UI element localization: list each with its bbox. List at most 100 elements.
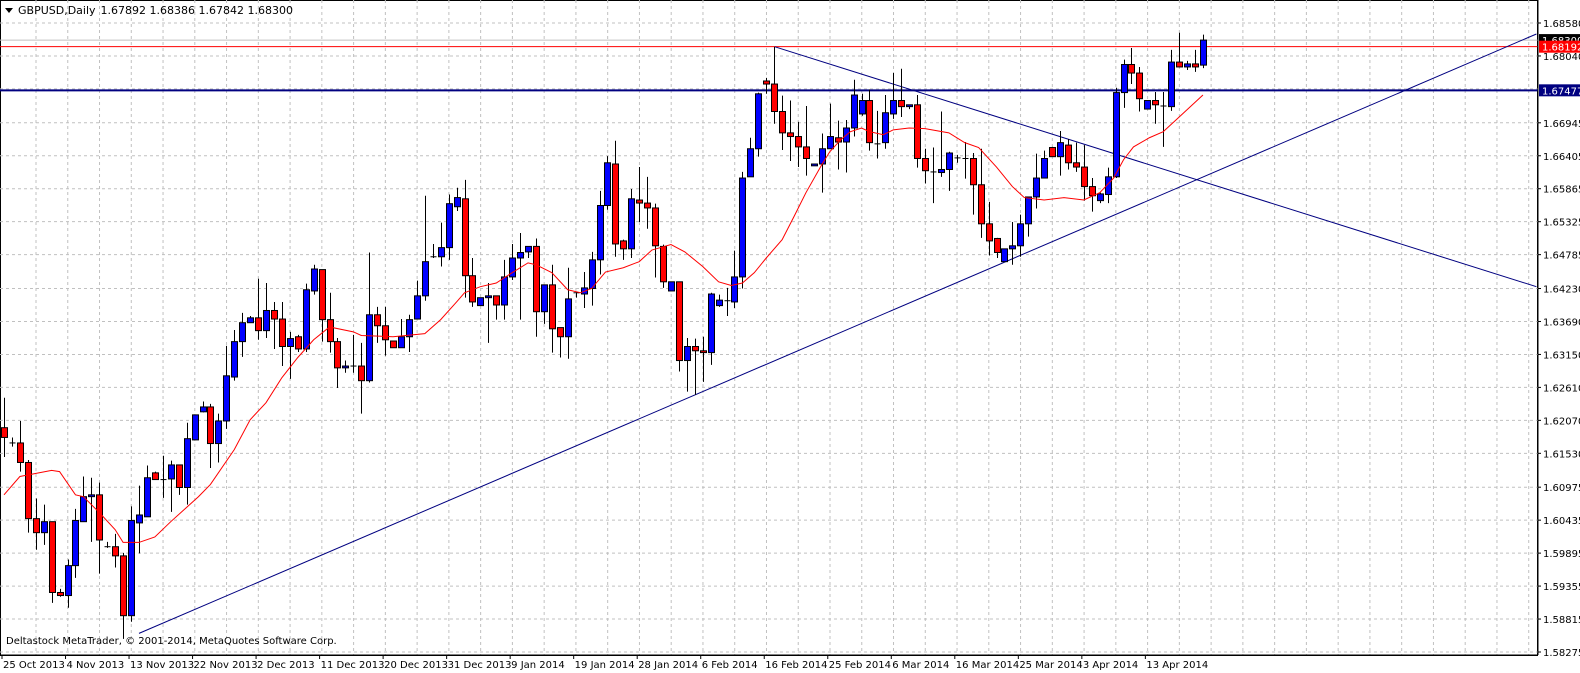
price-tick-label: 1.64230 [1543, 285, 1580, 296]
candle-body [668, 281, 675, 292]
price-tick-label: 1.66405 [1543, 152, 1580, 163]
candle-body [327, 319, 334, 343]
candle-body [1057, 142, 1064, 158]
time-tick-label: 3 Apr 2014 [1083, 660, 1138, 671]
bear-candle [660, 244, 667, 288]
candle-body [716, 299, 723, 307]
candle-body [533, 245, 540, 313]
candle-body [128, 519, 135, 617]
symbol-label: GBPUSD,Daily [18, 4, 96, 17]
price-tags: 1.683001.681921.67477 [1539, 34, 1580, 97]
bull-candle [604, 156, 611, 210]
candle-body [866, 100, 873, 144]
candle-body [239, 322, 246, 343]
candle-body [279, 318, 286, 348]
candle-body [1128, 64, 1135, 74]
candle-body [112, 546, 119, 557]
candle-body [1065, 144, 1072, 164]
candle-body [739, 177, 746, 278]
candle-body [549, 284, 556, 330]
candle-body [319, 269, 326, 321]
time-tick-label: 11 Dec 2013 [321, 660, 385, 671]
candle-body [914, 104, 921, 160]
candle-body [200, 406, 207, 413]
candle-body [970, 158, 977, 186]
bear-candle [295, 334, 302, 352]
price-axis[interactable]: 1.685801.680401.669451.664051.658651.653… [1537, 0, 1580, 659]
candle-body [700, 350, 707, 354]
candle-body [72, 519, 79, 567]
candle-body [295, 336, 302, 350]
candle-body [811, 163, 818, 167]
bear-candle [1049, 146, 1056, 158]
candle-body [557, 327, 564, 338]
candle-body [493, 295, 500, 306]
candle-body [136, 514, 143, 524]
plot-area [0, 0, 1538, 656]
candle-body [1144, 100, 1151, 110]
candle-body [597, 205, 604, 261]
price-chart[interactable]: 1.685801.680401.669451.664051.658651.653… [0, 0, 1580, 673]
candle-body [763, 80, 770, 85]
time-axis[interactable]: 25 Oct 2013 4 Nov 2013 13 Nov 2013 22 Nov 2… [0, 654, 1538, 671]
candle-body [1049, 147, 1056, 158]
chart-title: GBPUSD,Daily 1.67892 1.68386 1.67842 1.6… [5, 4, 293, 17]
candle-body [1152, 100, 1159, 106]
time-tick-label: 25 Mar 2014 [1019, 660, 1082, 671]
candle-body [41, 521, 48, 534]
bull-candle [628, 189, 635, 258]
bull-candle [1200, 34, 1207, 69]
price-tick-label: 1.60435 [1543, 516, 1580, 527]
candle-body [652, 207, 659, 247]
candle-body [978, 184, 985, 225]
candle-body [708, 293, 715, 354]
candle-body [358, 365, 365, 382]
candle-body [819, 148, 826, 165]
bear-candle [152, 471, 159, 481]
candle-body [779, 111, 786, 134]
candle-body [1009, 245, 1016, 250]
candle-body [604, 162, 611, 207]
candle-body [334, 341, 341, 369]
bull-candle [128, 506, 135, 622]
candle-body [747, 148, 754, 178]
dropdown-triangle-icon[interactable] [5, 8, 13, 13]
candle-body [684, 346, 691, 362]
bull-candle [755, 92, 762, 157]
candle-body [390, 340, 397, 349]
time-tick-label: 9 Jan 2014 [511, 660, 565, 671]
candle-body [628, 198, 635, 250]
time-tick-label: 25 Oct 2013 [3, 660, 65, 671]
candle-body [771, 83, 778, 113]
candle-body [271, 309, 278, 320]
candle-body [946, 152, 953, 170]
candle-body [1025, 196, 1032, 225]
candle-body [446, 203, 453, 249]
candle-body [366, 314, 373, 382]
candle-body [33, 518, 40, 534]
candle-body [731, 276, 738, 303]
price-tick-label: 1.65865 [1543, 185, 1580, 196]
time-tick-label: 4 Nov 2013 [67, 660, 125, 671]
candle-body [755, 93, 762, 150]
candle-body [827, 136, 834, 150]
bull-candle [739, 171, 746, 289]
candle-body [374, 314, 381, 327]
support-line-tag: 1.67477 [1542, 86, 1580, 97]
candle-body [17, 442, 24, 463]
candle-body [438, 247, 445, 258]
bear-candle [914, 95, 921, 168]
candle-body [231, 341, 238, 378]
candle-body [636, 199, 643, 204]
bear-candle [676, 281, 683, 372]
candle-body [342, 365, 349, 369]
candle-body [1200, 39, 1207, 66]
candle-body [922, 158, 929, 172]
bull-candle [1113, 87, 1120, 179]
price-tick-label: 1.62070 [1543, 416, 1580, 427]
time-tick-label: 6 Mar 2014 [892, 660, 949, 671]
candle-body [803, 146, 810, 160]
candle-body [644, 202, 651, 209]
bull-candle [311, 264, 318, 295]
price-tick-label: 1.64785 [1543, 251, 1580, 262]
